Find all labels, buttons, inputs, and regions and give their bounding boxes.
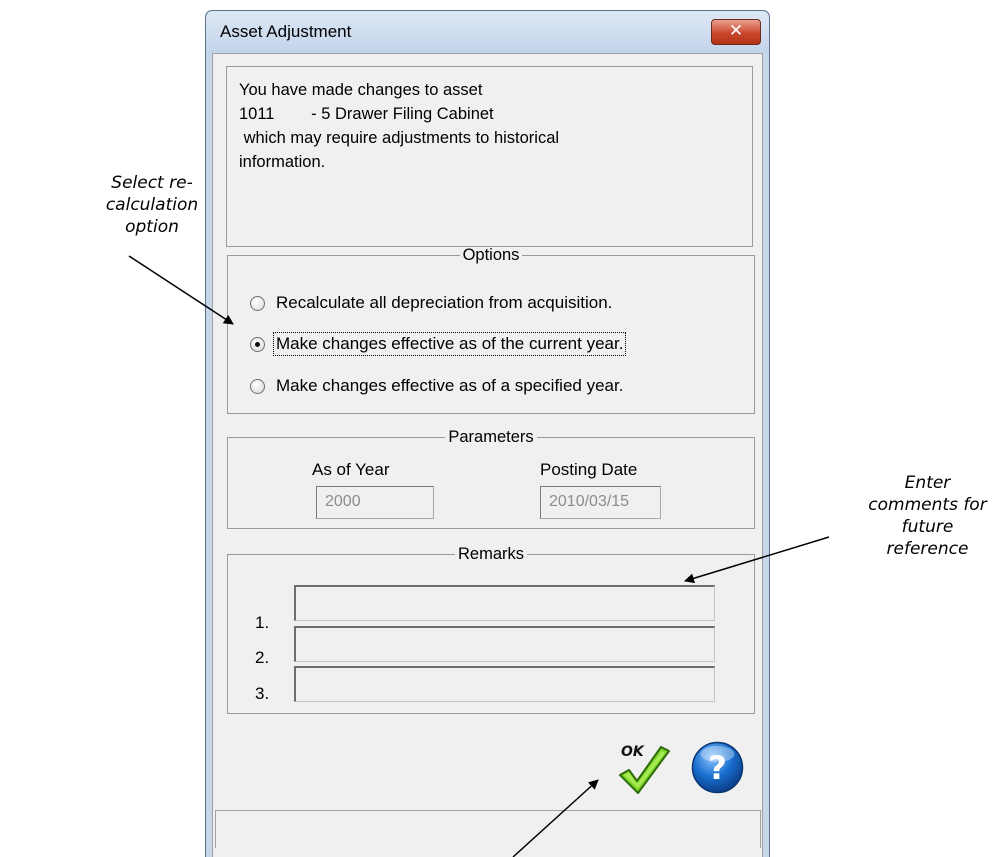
- callout-line: calculation: [105, 195, 199, 215]
- ok-text: OK: [621, 744, 645, 760]
- callout-line: reference: [886, 539, 969, 559]
- option-specified-year[interactable]: Make changes effective as of a specified…: [250, 373, 625, 399]
- option-label: Make changes effective as of a specified…: [276, 376, 624, 395]
- options-group: Options Recalculate all depreciation fro…: [227, 246, 755, 414]
- posting-date-field[interactable]: 2010/03/15: [540, 486, 661, 519]
- message-line: which may require adjustments to histori…: [239, 129, 560, 147]
- callout-line: option: [125, 217, 179, 237]
- remarks-group: Remarks 1. 2. 3.: [227, 545, 755, 714]
- option-recalculate-all[interactable]: Recalculate all depreciation from acquis…: [250, 290, 614, 316]
- callout-line: future: [901, 517, 954, 537]
- asset-adjustment-dialog: Asset Adjustment ✕ You have made changes…: [205, 10, 770, 857]
- help-button[interactable]: ?: [690, 740, 745, 795]
- radio-button[interactable]: [250, 378, 265, 394]
- ok-checkmark-icon: OK: [619, 744, 670, 794]
- remark-field-1[interactable]: [294, 585, 715, 621]
- as-of-year-label: As of Year: [312, 460, 390, 479]
- remark-number: 1.: [255, 613, 270, 632]
- help-text: ?: [708, 749, 727, 787]
- close-button[interactable]: ✕: [711, 19, 761, 45]
- remarks-legend: Remarks: [457, 545, 524, 563]
- status-bar: [215, 810, 761, 848]
- parameters-group: Parameters As of Year 2000 Posting Date …: [227, 428, 755, 529]
- close-icon: ✕: [728, 21, 744, 41]
- callout-select-recalculation: Select re- calculation option: [88, 172, 216, 238]
- remark-field-3[interactable]: [294, 666, 715, 702]
- remark-number: 3.: [255, 684, 270, 703]
- remark-number: 2.: [255, 648, 270, 667]
- dialog-body: You have made changes to asset 1011 - 5 …: [212, 53, 763, 857]
- ok-button[interactable]: OK: [615, 737, 675, 797]
- option-label: Recalculate all depreciation from acquis…: [276, 293, 613, 312]
- option-current-year[interactable]: Make changes effective as of the current…: [250, 331, 627, 357]
- title-bar[interactable]: Asset Adjustment ✕: [206, 11, 769, 53]
- posting-date-label: Posting Date: [540, 460, 638, 479]
- radio-button-selected[interactable]: [250, 336, 265, 352]
- message-line: information.: [239, 153, 326, 171]
- message-line: 1011 - 5 Drawer Filing Cabinet: [239, 105, 494, 123]
- callout-line: Enter: [904, 473, 951, 493]
- message-line: You have made changes to asset: [239, 81, 483, 99]
- callout-line: comments for: [868, 495, 987, 515]
- callout-enter-comments: Enter comments for future reference: [850, 472, 1005, 560]
- option-label: Make changes effective as of the current…: [272, 332, 627, 356]
- callout-line: Select re-: [111, 173, 193, 193]
- remark-field-2[interactable]: [294, 626, 715, 662]
- options-legend: Options: [462, 246, 520, 264]
- help-question-icon: ?: [691, 741, 744, 794]
- radio-button[interactable]: [250, 295, 265, 311]
- message-box: You have made changes to asset 1011 - 5 …: [226, 66, 753, 247]
- as-of-year-field[interactable]: 2000: [316, 486, 434, 519]
- window-title: Asset Adjustment: [220, 22, 352, 41]
- parameters-legend: Parameters: [448, 428, 534, 446]
